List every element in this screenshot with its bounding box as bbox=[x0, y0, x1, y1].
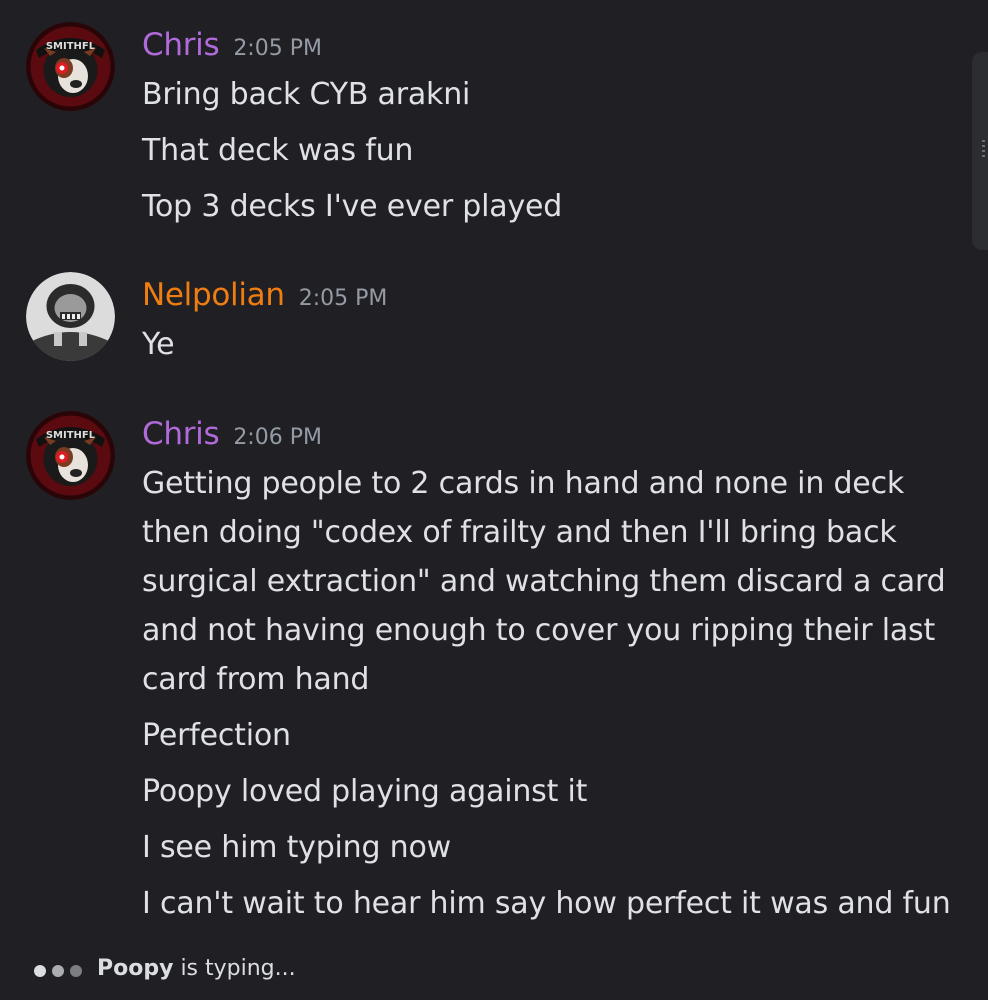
message-line: Top 3 decks I've ever played bbox=[142, 189, 563, 224]
message-header: Nelpolian 2:05 PM bbox=[142, 277, 387, 313]
timestamp: 2:06 PM bbox=[233, 425, 322, 450]
avatar-chris[interactable]: SMITHFL bbox=[26, 22, 115, 111]
svg-text:SMITHFL: SMITHFL bbox=[46, 430, 96, 441]
message-line: surgical extraction" and watching them d… bbox=[142, 564, 946, 599]
message-group-chris-2: SMITHFL Chris 2:06 PM Getting people to 2… bbox=[0, 411, 988, 931]
smithfl-pitbull-avatar-icon: SMITHFL bbox=[26, 411, 115, 500]
message-line: Perfection bbox=[142, 718, 291, 753]
message-line: and not having enough to cover you rippi… bbox=[142, 613, 936, 648]
message-line: I see him typing now bbox=[142, 830, 451, 865]
chat-message-list: SMITHFL Chris 2:05 PM Bring back CYB arak… bbox=[0, 0, 988, 1000]
message-line: That deck was fun bbox=[142, 133, 414, 168]
typing-user: Poopy bbox=[97, 956, 174, 981]
timestamp: 2:05 PM bbox=[298, 286, 388, 311]
message-line: I can't wait to hear him say how perfect… bbox=[142, 886, 951, 921]
author-name[interactable]: Chris bbox=[142, 27, 220, 63]
avatar-nelpolian[interactable] bbox=[26, 272, 115, 361]
message-line: card from hand bbox=[142, 662, 370, 697]
message-group-nelpolian: Nelpolian 2:05 PM Ye bbox=[0, 272, 988, 372]
author-name[interactable]: Chris bbox=[142, 416, 220, 452]
message-line: Bring back CYB arakni bbox=[142, 77, 471, 112]
message-line: then doing "codex of frailty and then I'… bbox=[142, 515, 897, 550]
message-line: Poopy loved playing against it bbox=[142, 774, 588, 809]
scrollbar[interactable] bbox=[972, 52, 988, 250]
avatar-chris[interactable]: SMITHFL bbox=[26, 411, 115, 500]
message-lines: Bring back CYB arakni That deck was fun … bbox=[142, 70, 972, 238]
author-name[interactable]: Nelpolian bbox=[142, 277, 285, 313]
message-lines: Getting people to 2 cards in hand and no… bbox=[142, 459, 972, 935]
svg-text:SMITHFL: SMITHFL bbox=[46, 41, 96, 52]
typing-suffix: is typing... bbox=[173, 956, 296, 981]
typing-text: Poopy is typing... bbox=[97, 956, 296, 981]
message-lines: Ye bbox=[142, 320, 972, 376]
message-line: Getting people to 2 cards in hand and no… bbox=[142, 466, 905, 501]
message-header: Chris 2:06 PM bbox=[142, 416, 322, 452]
message-header: Chris 2:05 PM bbox=[142, 27, 322, 63]
message-line: Ye bbox=[142, 327, 175, 362]
timestamp: 2:05 PM bbox=[233, 36, 322, 61]
message-group-chris-1: SMITHFL Chris 2:05 PM Bring back CYB arak… bbox=[0, 22, 988, 232]
grayscale-helmet-figure-avatar-icon bbox=[26, 272, 115, 361]
smithfl-pitbull-avatar-icon: SMITHFL bbox=[26, 22, 115, 111]
scroll-grip-icon bbox=[982, 140, 985, 160]
